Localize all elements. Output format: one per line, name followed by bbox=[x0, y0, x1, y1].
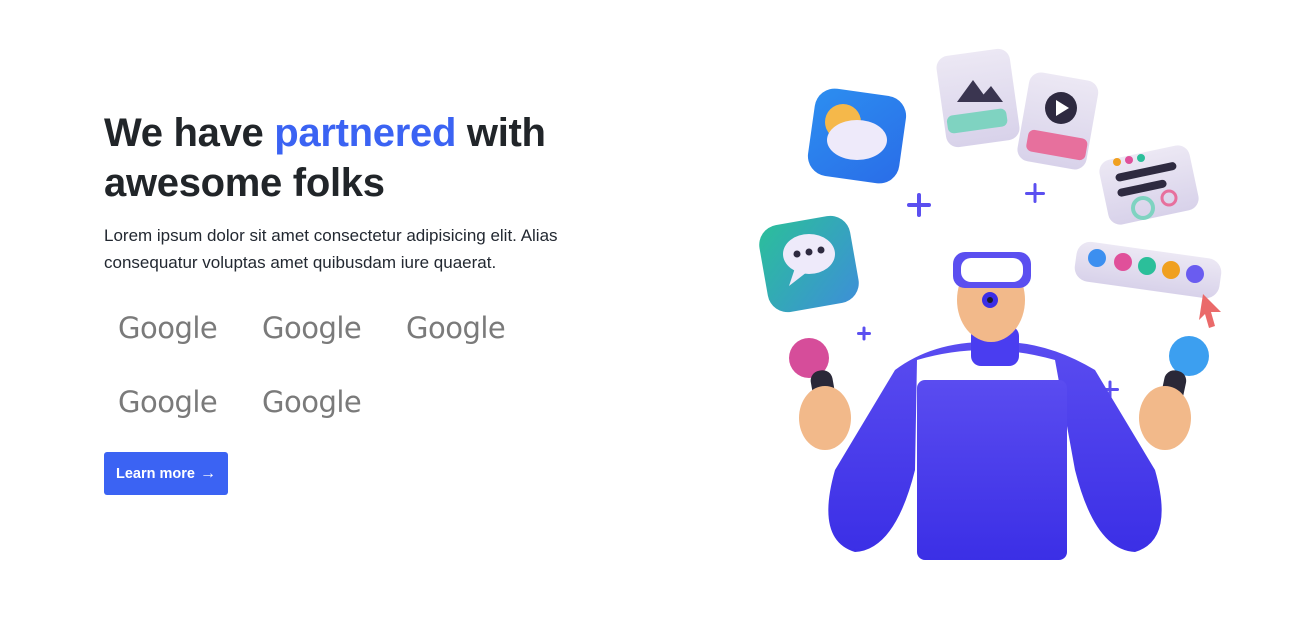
partner-logo-text: Google bbox=[118, 311, 218, 345]
cursor-icon bbox=[1199, 294, 1221, 328]
section-description: Lorem ipsum dolor sit amet consectetur a… bbox=[104, 226, 558, 272]
partners-section: We have partnered with awesome folks Lor… bbox=[0, 0, 1310, 617]
weather-app-icon bbox=[807, 88, 907, 184]
partner-logo-text: Google bbox=[262, 385, 362, 419]
heading-text-start: We have bbox=[104, 111, 275, 155]
partner-logo-text: Google bbox=[406, 311, 506, 345]
partner-logo-text: Google bbox=[262, 311, 362, 345]
image-card-icon bbox=[936, 48, 1020, 148]
heading-accent-text: partnered bbox=[274, 111, 457, 155]
vr-user-illustration bbox=[759, 48, 1222, 560]
partner-logos: Google Google Google Google Google bbox=[104, 310, 644, 420]
video-card-icon bbox=[1017, 72, 1099, 170]
partner-logo-google: Google bbox=[262, 310, 366, 346]
partner-logo-google: Google bbox=[118, 384, 222, 420]
partner-logo-text: Google bbox=[118, 385, 218, 419]
partner-logo-google: Google bbox=[118, 310, 222, 346]
color-palette-icon bbox=[1074, 241, 1222, 299]
learn-more-button[interactable]: Learn more → bbox=[104, 452, 228, 495]
partner-logo-google: Google bbox=[262, 384, 366, 420]
profile-card-icon bbox=[1099, 145, 1199, 225]
partner-logo-google: Google bbox=[406, 310, 510, 346]
learn-more-label: Learn more bbox=[116, 465, 195, 482]
section-heading: We have partnered with awesome folks bbox=[104, 108, 644, 208]
partners-content: We have partnered with awesome folks Lor… bbox=[104, 108, 644, 420]
arrow-right-icon: → bbox=[199, 464, 216, 482]
vr-user-figure bbox=[789, 252, 1209, 560]
chat-bubble-icon bbox=[759, 215, 859, 313]
